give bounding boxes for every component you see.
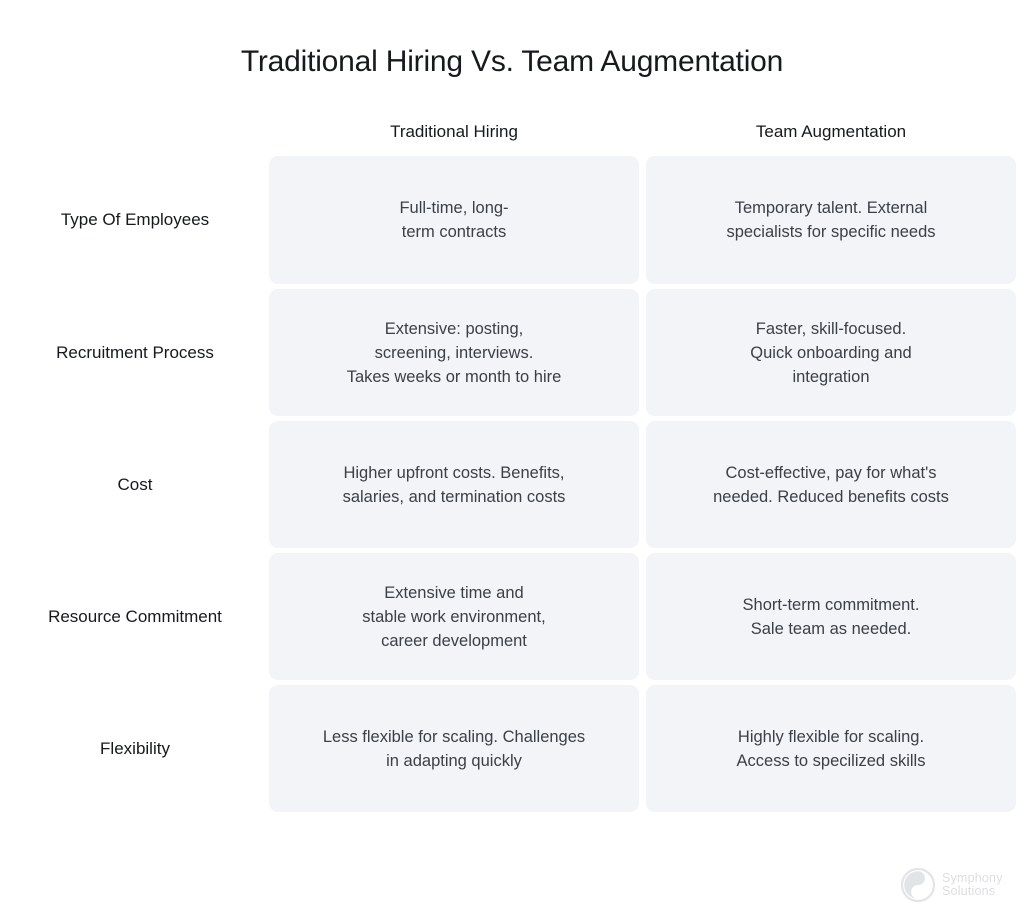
row-label: Resource Commitment — [48, 606, 222, 626]
cell-augmentation: Highly flexible for scaling. Access to s… — [646, 685, 1016, 812]
cell-augmentation: Short-term commitment. Sale team as need… — [646, 553, 1016, 680]
cell-content: Cost-effective, pay for what's needed. R… — [646, 421, 1016, 548]
column-spacer — [262, 156, 269, 284]
cell-traditional: Extensive time and stable work environme… — [269, 553, 639, 680]
symphony-swirl-icon — [900, 867, 936, 903]
cell-content: Temporary talent. External specialists f… — [646, 156, 1016, 284]
row-label: Type Of Employees — [60, 210, 210, 229]
cell-augmentation: Cost-effective, pay for what's needed. R… — [646, 421, 1016, 548]
page-title: Traditional Hiring Vs. Team Augmentation — [240, 45, 784, 78]
table-row: Flexibility Less flexible for scaling. C… — [8, 685, 1016, 812]
column-header-augmentation: Team Augmentation — [646, 120, 1016, 144]
column-header-traditional: Traditional Hiring — [269, 120, 639, 144]
column-spacer — [262, 553, 269, 680]
column-spacer — [639, 421, 646, 548]
cell-traditional: Full-time, long- term contracts — [269, 156, 639, 284]
cell-content: Highly flexible for scaling. Access to s… — [646, 685, 1016, 812]
column-spacer — [639, 289, 646, 416]
cell-content: Short-term commitment. Sale team as need… — [646, 553, 1016, 680]
table-row: Cost Higher upfront costs. Benefits, sal… — [8, 421, 1016, 548]
column-header-label: Traditional Hiring — [390, 122, 518, 141]
brand-logo-text: Symphony Solutions — [942, 872, 1003, 898]
column-spacer — [639, 156, 646, 284]
cell-content: Higher upfront costs. Benefits, salaries… — [269, 421, 639, 548]
row-label: Flexibility — [100, 738, 170, 758]
column-spacer — [262, 421, 269, 548]
table-row: Resource Commitment Extensive time and s… — [8, 553, 1016, 680]
cell-content: Full-time, long- term contracts — [269, 156, 639, 284]
cell-content: Extensive: posting, screening, interview… — [269, 289, 639, 416]
table-row: Type Of Employees Full-time, long- term … — [8, 156, 1016, 284]
column-spacer — [262, 289, 269, 416]
cell-traditional: Higher upfront costs. Benefits, salaries… — [269, 421, 639, 548]
comparison-grid: Traditional Hiring Team Augmentation Typ… — [8, 112, 1016, 817]
cell-content: Less flexible for scaling. Challenges in… — [269, 685, 639, 812]
cell-content: Faster, skill-focused. Quick onboarding … — [646, 289, 1016, 416]
brand-logo: Symphony Solutions — [900, 862, 1010, 908]
cell-traditional: Extensive: posting, screening, interview… — [269, 289, 639, 416]
column-spacer — [639, 553, 646, 680]
row-label-cell: Resource Commitment — [8, 553, 262, 680]
row-label-cell: Flexibility — [8, 685, 262, 812]
table-header-row: Traditional Hiring Team Augmentation — [8, 112, 1016, 152]
row-label: Recruitment Process — [56, 342, 214, 362]
column-header-label: Team Augmentation — [755, 122, 907, 141]
row-label-cell: Type Of Employees — [8, 156, 262, 284]
comparison-table-page: Traditional Hiring Vs. Team Augmentation… — [0, 0, 1024, 923]
column-spacer — [639, 685, 646, 812]
row-label: Cost — [117, 474, 153, 494]
cell-traditional: Less flexible for scaling. Challenges in… — [269, 685, 639, 812]
cell-augmentation: Faster, skill-focused. Quick onboarding … — [646, 289, 1016, 416]
cell-augmentation: Temporary talent. External specialists f… — [646, 156, 1016, 284]
cell-content: Extensive time and stable work environme… — [269, 553, 639, 680]
column-spacer — [262, 685, 269, 812]
table-row: Recruitment Process Extensive: posting, … — [8, 289, 1016, 416]
row-label-cell: Cost — [8, 421, 262, 548]
brand-name-line2: Solutions — [942, 884, 996, 898]
row-label-cell: Recruitment Process — [8, 289, 262, 416]
